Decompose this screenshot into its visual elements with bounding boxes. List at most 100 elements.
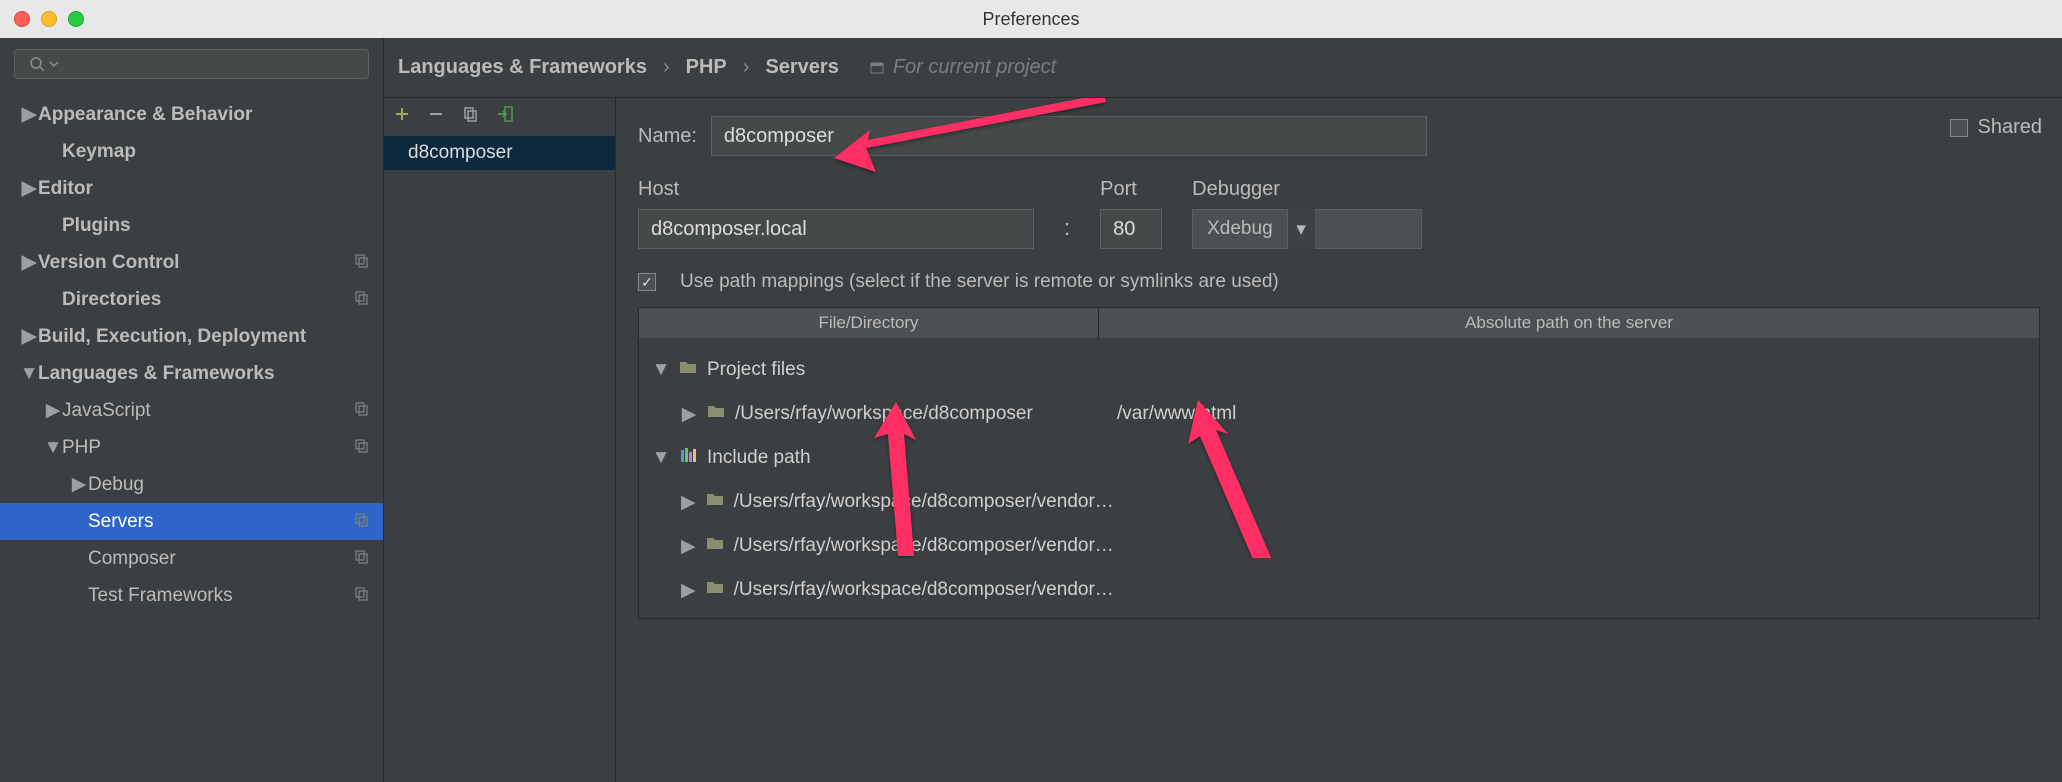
chevron-down-icon: ▾	[1287, 209, 1315, 249]
table-group-row[interactable]: ▼ Project files	[647, 348, 2039, 392]
chevron-down-icon: ▼	[20, 363, 38, 385]
chevron-right-icon: ▶	[20, 103, 38, 126]
window-titlebar: Preferences	[0, 0, 2062, 38]
sidebar-item-label: Test Frameworks	[88, 585, 233, 607]
sidebar-item-label: Version Control	[38, 252, 179, 274]
project-scope-icon	[354, 289, 369, 311]
table-row[interactable]: ▶ /Users/rfay/workspace/d8composer/vendor…	[647, 480, 2039, 524]
sidebar-item-javascript[interactable]: ▶JavaScript	[0, 392, 383, 429]
folder-icon	[679, 359, 697, 381]
chevron-right-icon: ›	[663, 56, 670, 79]
pathmap-checkbox[interactable]: ✓	[638, 273, 656, 291]
remove-icon[interactable]	[428, 106, 444, 128]
import-icon[interactable]	[496, 105, 514, 129]
breadcrumb: Languages & Frameworks › PHP › Servers F…	[384, 38, 2062, 98]
folder-icon	[706, 535, 724, 557]
project-scope-icon	[354, 511, 369, 533]
chevron-down-icon: ▼	[44, 437, 62, 459]
path-local: /Users/rfay/workspace/d8composer/vendor…	[734, 535, 1114, 557]
table-group-row[interactable]: ▼ Include path	[647, 436, 2039, 480]
sidebar-item-plugins[interactable]: Plugins	[0, 207, 383, 244]
path-local: /Users/rfay/workspace/d8composer	[735, 403, 1033, 425]
sidebar-item-php[interactable]: ▼PHP	[0, 429, 383, 466]
pathmap-label: Use path mappings (select if the server …	[680, 271, 1279, 293]
sidebar-item-appearance-behavior[interactable]: ▶Appearance & Behavior	[0, 96, 383, 133]
chevron-right-icon: ›	[743, 56, 750, 79]
breadcrumb-part[interactable]: Languages & Frameworks	[398, 56, 647, 79]
sidebar-item-label: JavaScript	[62, 400, 151, 422]
window-title: Preferences	[982, 9, 1079, 30]
preferences-tree: ▶Appearance & BehaviorKeymap▶EditorPlugi…	[0, 90, 383, 782]
col-abs[interactable]: Absolute path on the server	[1099, 308, 2039, 338]
port-label: Port	[1100, 178, 1162, 201]
chevron-right-icon: ▶	[681, 579, 696, 602]
host-field[interactable]	[638, 209, 1034, 249]
chevron-right-icon: ▶	[70, 473, 88, 496]
chevron-right-icon: ▶	[681, 403, 697, 426]
col-file[interactable]: File/Directory	[639, 308, 1099, 338]
debugger-select[interactable]: Xdebug ▾	[1192, 209, 1422, 249]
project-scope-icon	[354, 548, 369, 570]
add-icon[interactable]	[394, 106, 410, 128]
shared-checkbox[interactable]: Shared	[1950, 116, 2043, 139]
traffic-lights	[14, 11, 84, 27]
server-list-column: d8composer	[384, 98, 616, 782]
sidebar-item-label: Keymap	[62, 141, 136, 163]
include-path-icon	[679, 446, 697, 470]
sidebar-item-build-execution-deployment[interactable]: ▶Build, Execution, Deployment	[0, 318, 383, 355]
sidebar-item-editor[interactable]: ▶Editor	[0, 170, 383, 207]
breadcrumb-part[interactable]: Servers	[765, 56, 838, 79]
sidebar-item-languages-frameworks[interactable]: ▼Languages & Frameworks	[0, 355, 383, 392]
debugger-label: Debugger	[1192, 178, 1422, 201]
search-icon	[29, 56, 45, 72]
preferences-sidebar: ▶Appearance & BehaviorKeymap▶EditorPlugi…	[0, 38, 384, 782]
path-mapping-table: File/Directory Absolute path on the serv…	[638, 307, 2040, 619]
sidebar-item-servers[interactable]: Servers	[0, 503, 383, 540]
chevron-right-icon: ▶	[681, 491, 696, 514]
path-server[interactable]: /var/www/html	[1107, 403, 2039, 425]
group-label: Project files	[707, 359, 805, 381]
sidebar-item-label: Build, Execution, Deployment	[38, 326, 306, 348]
server-form: Shared Name: Host : Port	[616, 98, 2062, 782]
sidebar-item-label: PHP	[62, 437, 101, 459]
chevron-right-icon: ▶	[44, 399, 62, 422]
project-scope-icon	[354, 400, 369, 422]
port-field[interactable]	[1100, 209, 1162, 249]
path-local: /Users/rfay/workspace/d8composer/vendor…	[734, 491, 1114, 513]
breadcrumb-part[interactable]: PHP	[686, 56, 727, 79]
group-label: Include path	[707, 447, 811, 469]
sidebar-item-label: Languages & Frameworks	[38, 363, 275, 385]
search-input[interactable]	[14, 49, 369, 79]
sidebar-item-version-control[interactable]: ▶Version Control	[0, 244, 383, 281]
folder-icon	[707, 403, 725, 425]
project-scope-icon	[354, 437, 369, 459]
chevron-down-icon: ▼	[653, 359, 669, 381]
copy-icon[interactable]	[462, 106, 478, 128]
sidebar-item-directories[interactable]: Directories	[0, 281, 383, 318]
sidebar-item-label: Debug	[88, 474, 144, 496]
chevron-right-icon: ▶	[681, 535, 696, 558]
sidebar-item-label: Composer	[88, 548, 176, 570]
zoom-window-button[interactable]	[68, 11, 84, 27]
table-row[interactable]: ▶ /Users/rfay/workspace/d8composer/var/ww…	[647, 392, 2039, 436]
sidebar-item-label: Appearance & Behavior	[38, 104, 252, 126]
project-scope-icon	[354, 252, 369, 274]
sidebar-item-test-frameworks[interactable]: Test Frameworks	[0, 577, 383, 614]
path-local: /Users/rfay/workspace/d8composer/vendor…	[734, 579, 1114, 601]
chevron-down-icon: ▼	[653, 447, 669, 469]
server-list-item[interactable]: d8composer	[384, 136, 615, 170]
table-row[interactable]: ▶ /Users/rfay/workspace/d8composer/vendor…	[647, 524, 2039, 568]
sidebar-item-debug[interactable]: ▶Debug	[0, 466, 383, 503]
folder-icon	[706, 579, 724, 601]
sidebar-item-label: Editor	[38, 178, 93, 200]
name-field[interactable]	[711, 116, 1427, 156]
sidebar-item-composer[interactable]: Composer	[0, 540, 383, 577]
folder-icon	[706, 491, 724, 513]
scope-badge: For current project	[869, 56, 1056, 79]
table-row[interactable]: ▶ /Users/rfay/workspace/d8composer/vendor…	[647, 568, 2039, 612]
project-scope-icon	[354, 585, 369, 607]
sidebar-item-keymap[interactable]: Keymap	[0, 133, 383, 170]
close-window-button[interactable]	[14, 11, 30, 27]
chevron-down-icon	[49, 59, 59, 69]
minimize-window-button[interactable]	[41, 11, 57, 27]
